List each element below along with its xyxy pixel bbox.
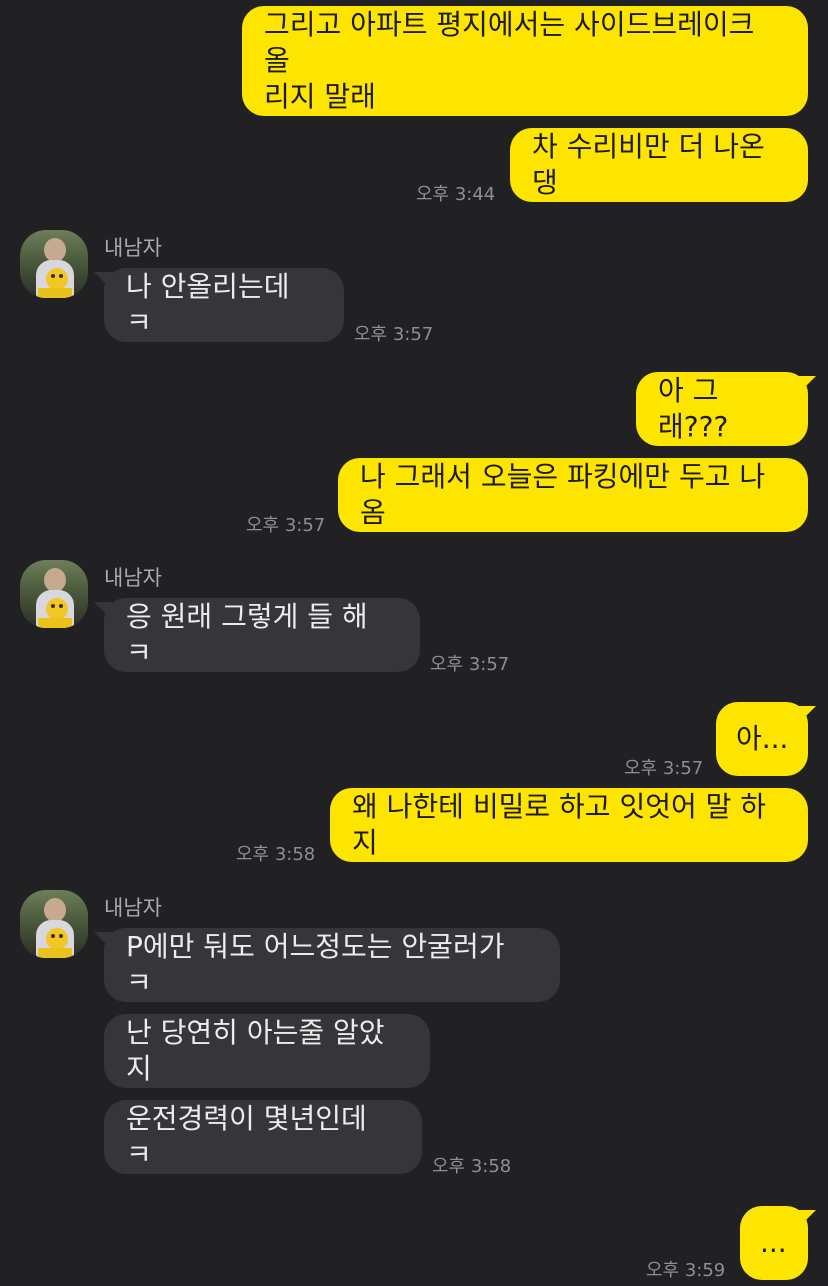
my-message-bubble[interactable]: 나 그래서 오늘은 파킹에만 두고 나옴 [338, 458, 808, 532]
my-message-bubble[interactable]: 차 수리비만 더 나온댕 [510, 128, 808, 202]
message-text: 왜 나한테 비밀로 하고 잇엇어 말 하지 [352, 790, 767, 859]
message-text: 나 안올리는데 ㅋ [126, 270, 299, 339]
message-text: 차 수리비만 더 나온댕 [532, 130, 765, 199]
message-text: 그리고 아파트 평지에서는 사이드브레이크 올 리지 말래 [264, 8, 755, 113]
my-message-bubble[interactable]: 왜 나한테 비밀로 하고 잇엇어 말 하지 [330, 788, 808, 862]
message-time: 오후 3:57 [430, 654, 510, 675]
message-time: 오후 3:57 [624, 758, 704, 779]
message-time: 오후 3:57 [246, 515, 326, 536]
their-message-bubble[interactable]: 운전경력이 몇년인데 ㅋ [104, 1100, 422, 1174]
message-time: 오후 3:58 [236, 844, 316, 865]
message-time: 오후 3:59 [646, 1260, 726, 1281]
my-message-bubble[interactable]: 아 그래??? [636, 372, 808, 446]
contact-avatar[interactable] [20, 560, 88, 628]
message-text: ... [760, 1226, 787, 1259]
message-text: 운전경력이 몇년인데 ㅋ [126, 1102, 376, 1171]
message-text: 난 당연히 아는줄 알았지 [126, 1016, 385, 1085]
my-message-bubble[interactable]: ... [740, 1206, 808, 1280]
message-text: 아... [736, 722, 789, 755]
sender-name: 내남자 [104, 566, 162, 590]
message-time: 오후 3:57 [354, 324, 434, 345]
contact-avatar[interactable] [20, 890, 88, 958]
message-text: 나 그래서 오늘은 파킹에만 두고 나옴 [360, 460, 766, 529]
their-message-bubble[interactable]: 나 안올리는데 ㅋ [104, 268, 344, 342]
message-time: 오후 3:58 [432, 1156, 512, 1177]
sender-name: 내남자 [104, 236, 162, 260]
sender-name: 내남자 [104, 896, 162, 920]
contact-avatar[interactable] [20, 230, 88, 298]
my-message-bubble[interactable]: 아... [716, 702, 808, 776]
message-text: 아 그래??? [658, 374, 729, 443]
their-message-bubble[interactable]: P에만 둬도 어느정도는 안굴러가 ㅋ [104, 928, 560, 1002]
their-message-bubble[interactable]: 난 당연히 아는줄 알았지 [104, 1014, 430, 1088]
message-text: P에만 둬도 어느정도는 안굴러가 ㅋ [126, 930, 514, 999]
message-text: 응 원래 그렇게 들 해 ㅋ [126, 600, 377, 669]
message-time: 오후 3:44 [416, 184, 496, 205]
their-message-bubble[interactable]: 응 원래 그렇게 들 해 ㅋ [104, 598, 420, 672]
my-message-bubble[interactable]: 그리고 아파트 평지에서는 사이드브레이크 올 리지 말래 [242, 6, 808, 116]
